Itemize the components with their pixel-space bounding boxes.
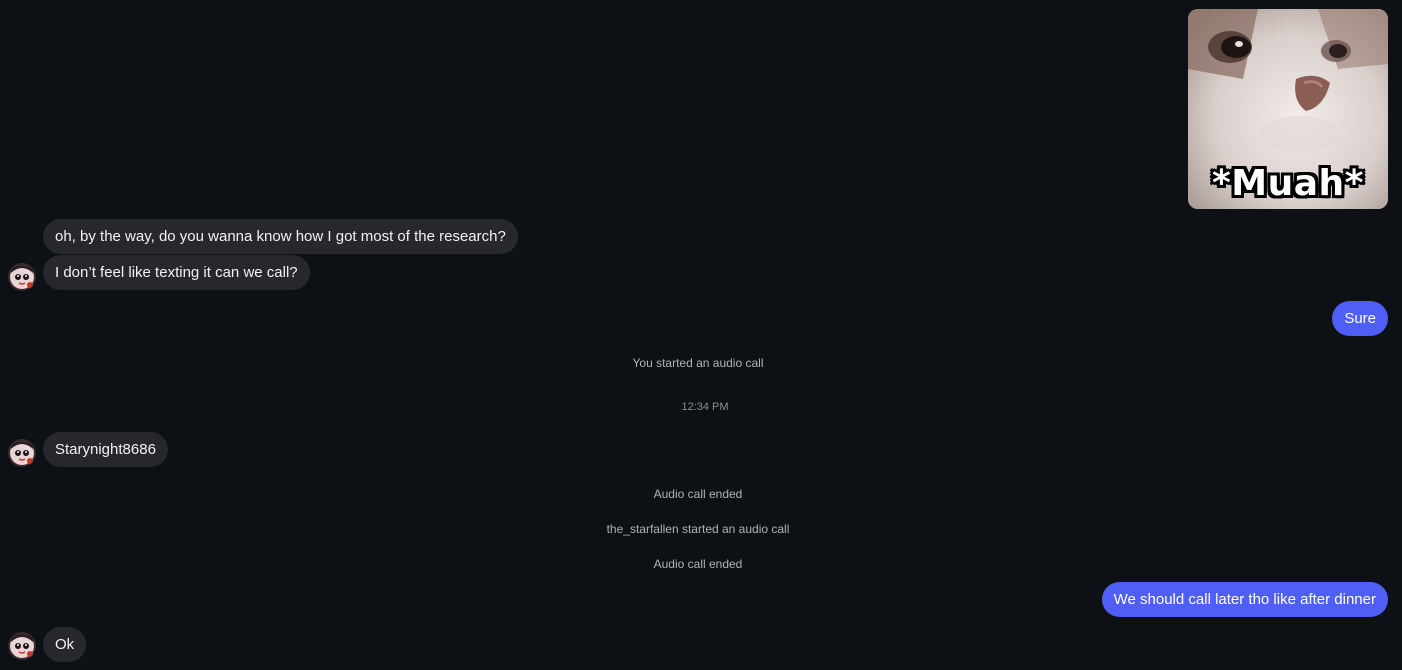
system-message: You started an audio call [632,356,764,370]
avatar-icon [8,263,36,291]
sticker-image[interactable]: *Muah* [1188,9,1388,209]
incoming-message[interactable]: Starynight8686 [43,432,168,467]
avatar-icon [8,632,36,660]
contact-avatar[interactable] [8,263,36,291]
incoming-message[interactable]: I don’t feel like texting it can we call… [43,255,310,290]
incoming-message[interactable]: Ok [43,627,87,662]
system-message: Audio call ended [653,557,743,571]
outgoing-message[interactable]: We should call later tho like after dinn… [1101,582,1388,617]
incoming-message[interactable]: oh, by the way, do you wanna know how I … [43,219,518,254]
message-timestamp: 12:34 PM [681,401,729,413]
outgoing-message[interactable]: Sure [1332,301,1388,336]
contact-avatar[interactable] [8,632,36,660]
message-thread: *Muah* oh, by the way, do you wanna know… [0,0,1402,670]
avatar-icon [8,439,36,467]
system-message: the_starfallen started an audio call [606,522,790,536]
sticker-caption: *Muah* [1211,163,1365,204]
system-message: Audio call ended [653,487,743,501]
contact-avatar[interactable] [8,439,36,467]
